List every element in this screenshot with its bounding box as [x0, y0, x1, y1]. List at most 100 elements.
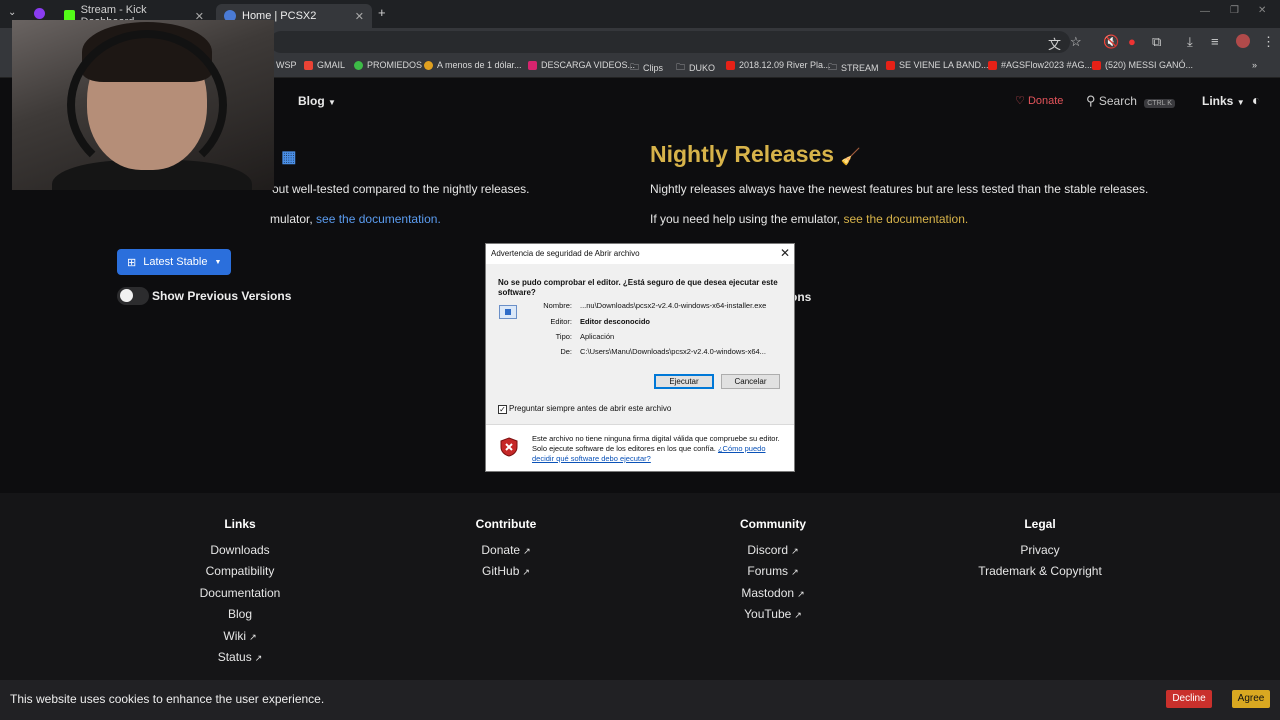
field-label: Nombre: [543, 301, 572, 310]
footer-link-privacy[interactable]: Privacy [940, 543, 1140, 564]
mute-icon[interactable]: 🔇 [1103, 34, 1119, 50]
gmail-icon [304, 60, 313, 70]
external-link-icon: ↗ [522, 567, 530, 578]
youtube-icon [726, 60, 735, 70]
search-icon: ⚲ [1086, 93, 1096, 108]
footer-link-status[interactable]: Status ↗ [140, 650, 340, 671]
nav-blog[interactable]: Blog ▼ [298, 94, 336, 108]
media-icon[interactable]: ≡ [1211, 34, 1219, 49]
bookmark-item[interactable]: #AGSFlow2023 #AG... [988, 60, 1092, 70]
profile-icon[interactable] [34, 8, 45, 19]
theme-toggle-icon[interactable]: ◐ [1252, 92, 1260, 108]
footer-link-downloads[interactable]: Downloads [140, 543, 340, 564]
bookmarks-overflow-icon[interactable]: » [1252, 60, 1257, 70]
bookmark-item[interactable]: 2018.12.09 River Pla... [726, 60, 831, 70]
external-link-icon: ↗ [254, 652, 263, 663]
dialog-title: Advertencia de seguridad de Abrir archiv… [491, 249, 640, 258]
download-icon[interactable]: ⤓ [1187, 34, 1193, 50]
footer-community-column: Community Discord ↗ Forums ↗ Mastodon ↗ You… [673, 517, 873, 629]
avatar[interactable] [1236, 34, 1250, 48]
webcam-overlay [12, 20, 274, 190]
external-link-icon: ↗ [791, 567, 799, 578]
always-ask-checkbox[interactable]: ✓ [498, 405, 507, 414]
restore-icon[interactable]: ❐ [1230, 5, 1239, 16]
always-ask-label: Preguntar siempre antes de abrir este ar… [509, 404, 672, 413]
footer-link-trademark[interactable]: Trademark & Copyright [940, 564, 1140, 585]
dialog-close-icon[interactable]: ✕ [780, 246, 790, 260]
bookmark-item[interactable]: SE VIENE LA BAND... [886, 60, 989, 70]
youtube-icon [886, 60, 895, 70]
external-link-icon: ↗ [249, 631, 257, 642]
field-name-value: ...nu\Downloads\pcsx2-v2.4.0-windows-x64… [580, 301, 767, 310]
footer-heading: Contribute [475, 517, 537, 531]
folder-icon: 🗀 [676, 62, 686, 72]
footer-link-mastodon[interactable]: Mastodon ↗ [673, 586, 873, 607]
footer-heading: Community [740, 517, 806, 531]
brick-icon: ▦ [281, 149, 297, 166]
minimize-icon[interactable]: — [1200, 6, 1210, 17]
footer-link-compatibility[interactable]: Compatibility [140, 564, 340, 585]
tab-search-icon[interactable]: ⌄ [8, 7, 16, 18]
windows-icon: ⊞ [127, 256, 137, 269]
new-tab-button[interactable]: + [378, 5, 386, 20]
search-shortcut: CTRL K [1144, 99, 1175, 108]
latest-stable-button[interactable]: ⊞ Latest Stable ▼ [117, 249, 231, 275]
footer-link-documentation[interactable]: Documentation [140, 586, 340, 607]
footer-link-github[interactable]: GitHub ↗ [406, 564, 606, 585]
bookmark-item[interactable]: A menos de 1 dólar... [424, 60, 522, 70]
broom-icon: 🧹 [840, 149, 861, 166]
field-label: De: [560, 347, 572, 356]
bookmark-star-icon[interactable]: ☆ [1070, 34, 1082, 50]
previous-versions-toggle[interactable] [117, 287, 149, 305]
folder-icon: 🗀 [630, 62, 640, 72]
extensions-icon[interactable]: ⧉ [1152, 34, 1161, 50]
translate-icon[interactable]: 文 [1048, 34, 1061, 53]
coin-icon [424, 60, 433, 70]
footer-link-blog[interactable]: Blog [140, 607, 340, 628]
cancel-button[interactable]: Cancelar [721, 374, 780, 389]
footer-link-wiki[interactable]: Wiki ↗ [140, 629, 340, 650]
bookmark-item[interactable]: DESCARGA VIDEOS... [528, 60, 635, 70]
bookmark-folder[interactable]: 🗀 Clips [630, 60, 663, 76]
menu-icon[interactable]: ⋮ [1262, 34, 1275, 50]
footer: Links Downloads Compatibility Documentat… [0, 493, 1280, 683]
dialog-warning-panel: Este archivo no tiene ninguna firma digi… [486, 424, 794, 471]
footer-link-youtube[interactable]: YouTube ↗ [673, 607, 873, 628]
cookie-banner: This website uses cookies to enhance the… [0, 680, 1280, 720]
site-search[interactable]: ⚲ Search CTRL K [1086, 93, 1175, 109]
heart-icon: ♡ [1015, 95, 1025, 107]
youtube-icon [988, 60, 997, 70]
bookmark-item[interactable]: WSP [276, 60, 297, 70]
footer-link-donate[interactable]: Donate ↗ [406, 543, 606, 564]
run-button[interactable]: Ejecutar [654, 374, 714, 389]
bookmark-item[interactable]: (520) MESSI GANÓ... [1092, 60, 1193, 70]
cookie-decline-button[interactable]: Decline [1166, 690, 1212, 708]
bookmark-item[interactable]: GMAIL [304, 60, 345, 70]
footer-contribute-column: Contribute Donate ↗ GitHub ↗ [406, 517, 606, 586]
cookie-text: This website uses cookies to enhance the… [10, 692, 325, 706]
footer-link-forums[interactable]: Forums ↗ [673, 564, 873, 585]
footer-link-discord[interactable]: Discord ↗ [673, 543, 873, 564]
nightly-docs-link[interactable]: see the documentation. [843, 212, 968, 226]
footer-legal-column: Legal Privacy Trademark & Copyright [940, 517, 1140, 586]
close-icon[interactable]: ✕ [355, 10, 364, 23]
extension-record-icon[interactable]: ● [1128, 34, 1136, 49]
bookmark-folder[interactable]: 🗀 DUKO [676, 60, 715, 76]
chevron-down-icon: ▼ [328, 98, 336, 107]
window-close-icon[interactable]: ✕ [1258, 5, 1266, 16]
nav-links[interactable]: Links ▼ [1202, 94, 1245, 108]
footer-heading: Links [224, 517, 256, 531]
youtube-icon [1092, 60, 1101, 70]
bookmark-item[interactable]: PROMIEDOS [354, 60, 422, 70]
address-bar[interactable] [270, 31, 1070, 53]
previous-versions-label: Show Previous Versions [152, 289, 292, 303]
nav-donate[interactable]: ♡ Donate [1015, 94, 1063, 107]
bookmark-folder[interactable]: 🗀 STREAM [828, 60, 879, 76]
cookie-agree-button[interactable]: Agree [1232, 690, 1270, 708]
field-editor-value: Editor desconocido [580, 317, 651, 326]
security-shield-icon [500, 437, 518, 457]
external-link-icon: ↗ [794, 610, 802, 621]
stable-docs-link[interactable]: see the documentation. [316, 212, 441, 226]
external-link-icon: ↗ [791, 546, 799, 556]
footer-links-column: Links Downloads Compatibility Documentat… [140, 517, 340, 671]
